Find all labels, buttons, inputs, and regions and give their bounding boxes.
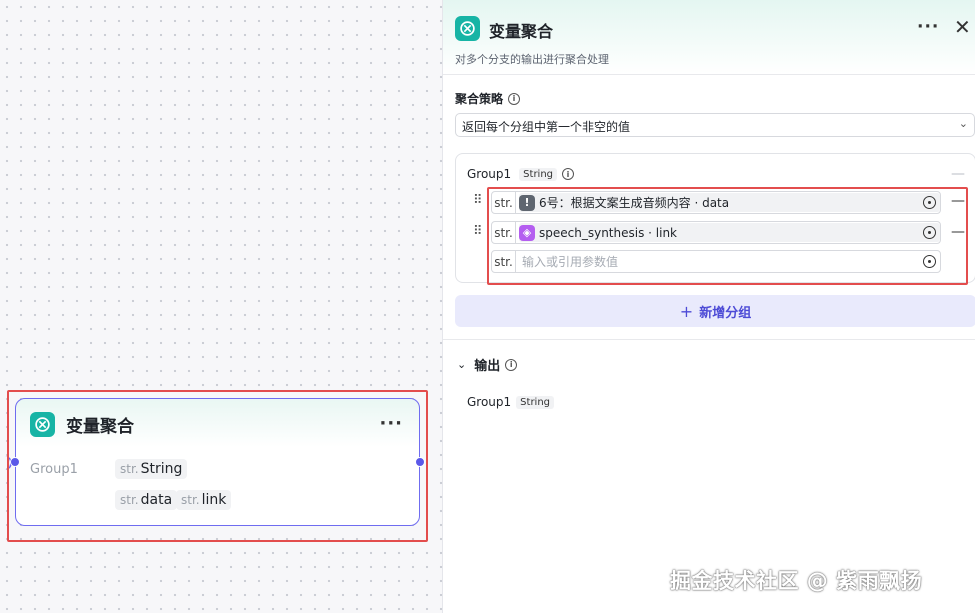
watermark: 掘金技术社区 @ 紫雨飘扬 xyxy=(670,569,923,593)
group-type-badge: String xyxy=(519,167,558,181)
group-name: Group1 xyxy=(467,167,512,181)
info-icon[interactable]: i xyxy=(505,358,518,371)
strategy-select[interactable]: 返回每个分组中第一个非空的值 ⌄ xyxy=(455,113,975,137)
add-group-button[interactable]: + 新增分组 xyxy=(455,295,975,327)
close-icon[interactable]: ✕ xyxy=(954,15,971,39)
panel-title: 变量聚合 xyxy=(489,22,554,41)
info-icon[interactable]: i xyxy=(508,92,521,105)
panel-description: 对多个分支的输出进行聚合处理 xyxy=(455,53,609,66)
panel-header: 变量聚合 ··· ✕ 对多个分支的输出进行聚合处理 xyxy=(443,0,975,75)
aggregate-icon xyxy=(30,412,55,437)
node-type-chip: str. String xyxy=(115,459,188,479)
node-ref-chip-data: str. data xyxy=(115,490,178,510)
type-prefix: str. xyxy=(120,462,139,476)
strategy-select-value: 返回每个分组中第一个非空的值 xyxy=(462,120,631,134)
ref-prefix: str. xyxy=(181,493,200,507)
group-title: Group1 String i xyxy=(467,167,575,181)
plus-icon: + xyxy=(679,301,694,321)
node-group-label: Group1 xyxy=(30,462,78,477)
type-value: String xyxy=(140,461,183,477)
more-icon[interactable]: ··· xyxy=(917,17,939,37)
ref-prefix: str. xyxy=(120,493,139,507)
node-more-icon[interactable]: ··· xyxy=(379,413,403,434)
ref-value: data xyxy=(140,492,173,508)
output-item: Group1 String xyxy=(467,395,555,409)
chevron-down-icon: ⌄ xyxy=(457,358,467,371)
aggregate-icon xyxy=(455,16,480,41)
ref-value: link xyxy=(201,492,227,508)
strategy-label: 聚合策略 i xyxy=(455,90,521,107)
add-group-label: 新增分组 xyxy=(699,305,752,321)
output-port[interactable] xyxy=(415,457,425,467)
chevron-down-icon: ⌄ xyxy=(958,117,968,130)
divider xyxy=(443,339,975,340)
output-type-badge: String xyxy=(516,395,555,409)
group-remove-icon[interactable]: — xyxy=(951,166,965,182)
output-section-toggle[interactable]: ⌄ 输出 i xyxy=(457,355,518,374)
drag-handle-icon[interactable]: ⠿ xyxy=(473,193,482,208)
input-port[interactable] xyxy=(10,457,20,467)
output-label: 输出 xyxy=(474,359,501,374)
info-icon[interactable]: i xyxy=(562,168,575,180)
rows-highlight-box xyxy=(487,187,968,285)
node-title: 变量聚合 xyxy=(66,417,134,437)
node-ref-chip-link: str. link xyxy=(176,490,232,510)
node-header: 变量聚合 xyxy=(30,412,134,437)
output-name: Group1 xyxy=(467,395,512,409)
node-config-panel: 变量聚合 ··· ✕ 对多个分支的输出进行聚合处理 聚合策略 i 返回每个分组中… xyxy=(442,0,975,613)
drag-handle-icon[interactable]: ⠿ xyxy=(473,224,482,239)
strategy-label-text: 聚合策略 xyxy=(455,92,504,106)
variable-aggregate-node[interactable]: 变量聚合 ··· Group1 str. String str. data st… xyxy=(10,398,425,526)
